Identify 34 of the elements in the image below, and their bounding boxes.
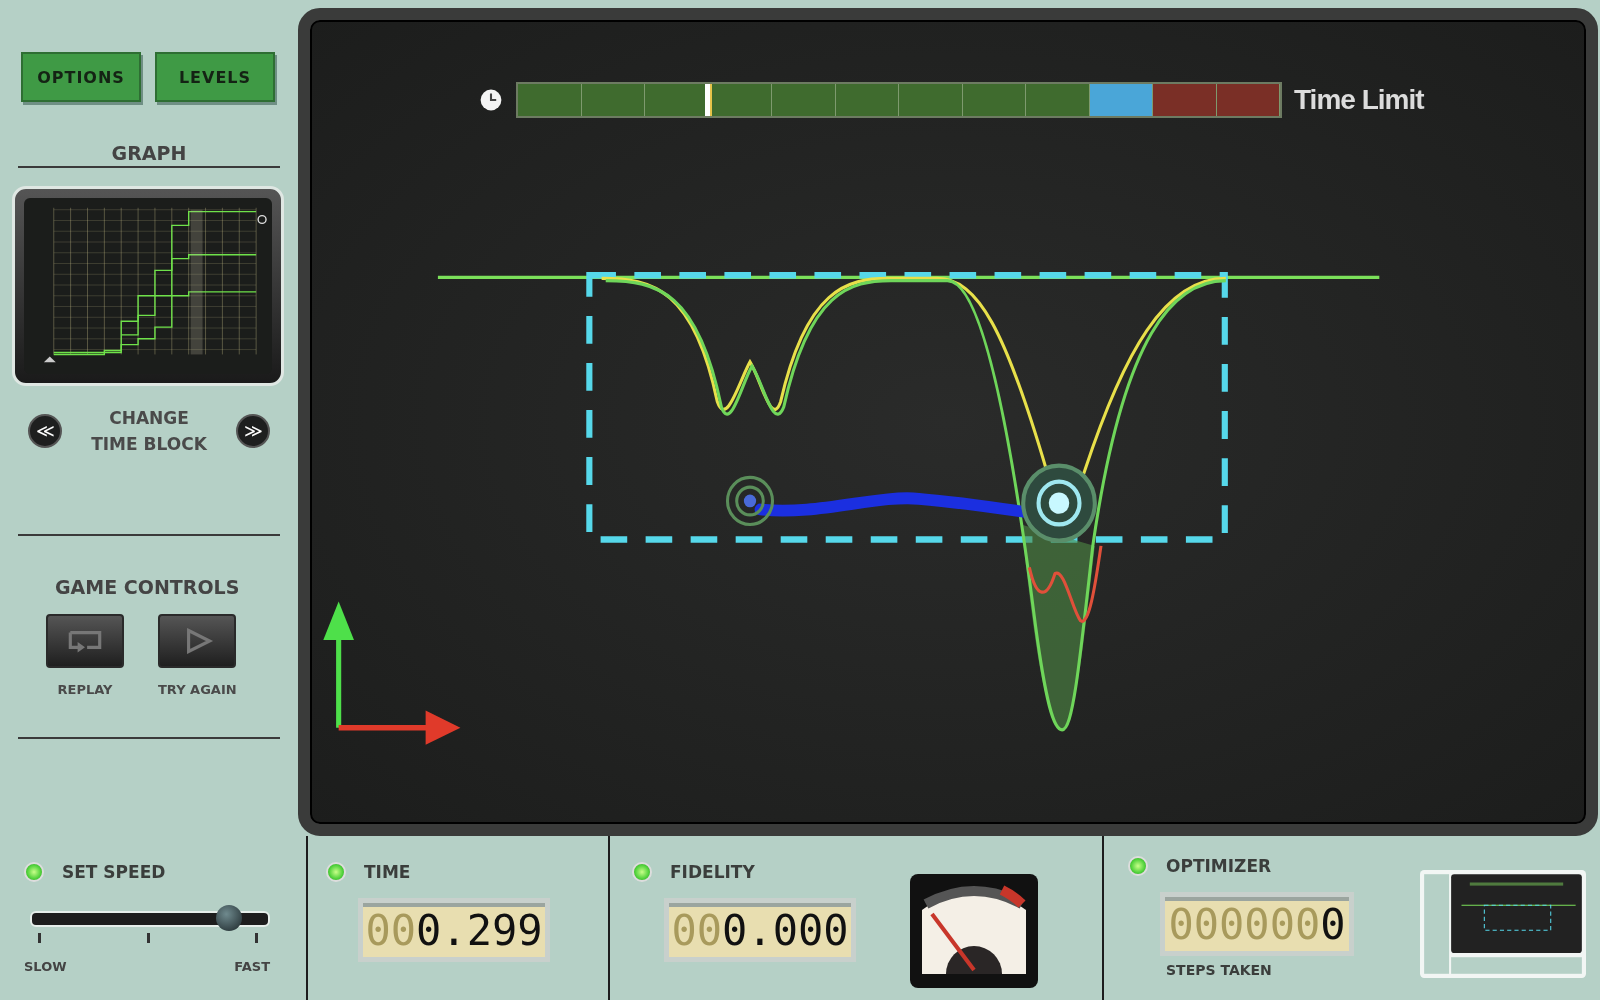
time-value: 0.299 <box>416 905 543 955</box>
control-button[interactable] <box>46 614 124 668</box>
clock-icon <box>478 87 504 113</box>
section-label: FIDELITY <box>670 862 755 882</box>
section-label: TIME <box>364 862 411 882</box>
section-label: SET SPEED <box>62 862 166 882</box>
slider-min-label: SLOW <box>24 959 67 974</box>
steps-value: 0 <box>1320 899 1346 949</box>
slider-thumb[interactable] <box>216 905 243 931</box>
fidelity-value: 0.000 <box>722 905 849 955</box>
time-limit-label: Time Limit <box>1294 84 1424 116</box>
section-title: GRAPH <box>18 142 280 168</box>
speed-slider[interactable] <box>30 903 270 933</box>
slider-max-label: FAST <box>234 959 270 974</box>
ghost-digits: 00 <box>671 905 723 955</box>
control-button[interactable] <box>158 614 237 668</box>
section-title: GAME CONTROLS <box>54 576 241 598</box>
previous-button[interactable]: ≪ <box>28 414 62 448</box>
section-label: OPTIMIZER <box>1166 856 1272 876</box>
time-block-label: TIME BLOCK <box>91 434 207 454</box>
minimap-drawing[interactable] <box>1420 870 1586 978</box>
playhead-marker[interactable] <box>705 84 713 116</box>
control-label: TRY AGAIN <box>158 682 237 697</box>
menu-button[interactable]: OPTIONS <box>21 52 141 102</box>
control-label: REPLAY <box>57 682 113 697</box>
next-button[interactable]: ≫ <box>236 414 270 448</box>
timeline-track[interactable] <box>516 82 1282 118</box>
time-block-label: CHANGE <box>109 408 189 428</box>
ghost-digits: 000000 <box>1168 899 1321 949</box>
ghost-digits: 00 <box>365 905 417 955</box>
steps-caption: STEPS TAKEN <box>1166 962 1273 978</box>
gauge-icon <box>910 874 1038 988</box>
menu-button[interactable]: LEVELS <box>155 52 275 102</box>
ghost-particle <box>725 475 775 527</box>
